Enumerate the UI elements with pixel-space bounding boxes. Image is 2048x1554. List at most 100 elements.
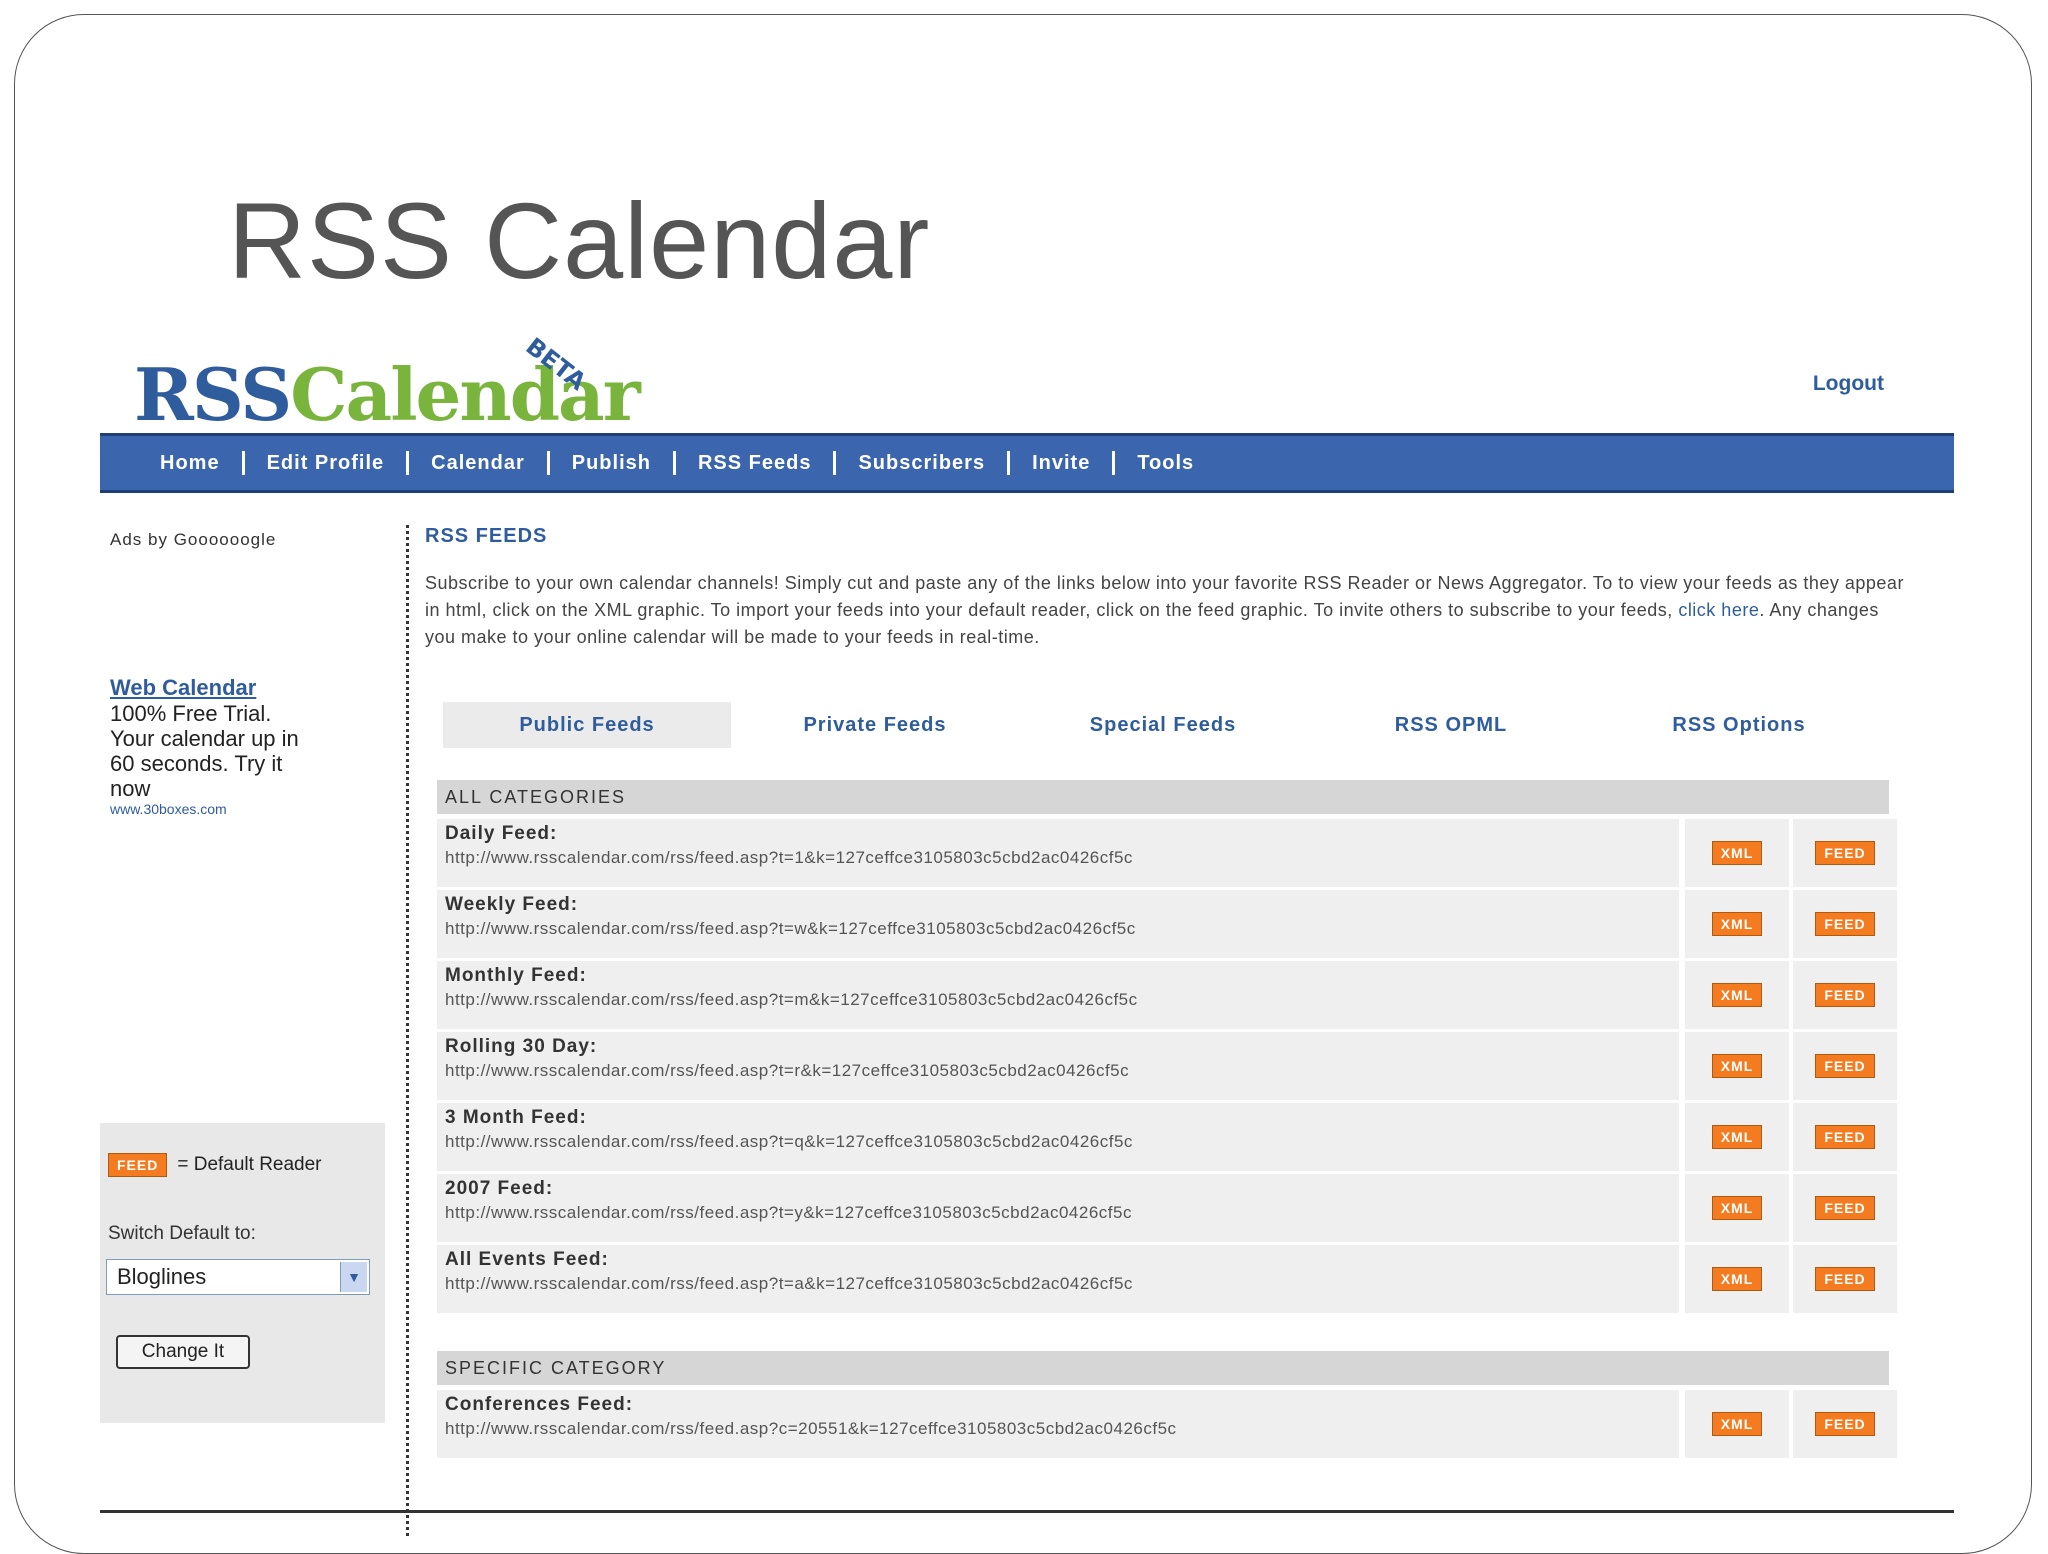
specific-category-heading: SPECIFIC CATEGORY [437,1351,1889,1385]
nav-item-calendar[interactable]: Calendar [431,451,572,475]
nav-label: Calendar [431,451,525,474]
feed-tabs: Public Feeds Private Feeds Special Feeds… [443,702,1883,748]
feed-badge-icon: FEED [108,1153,168,1177]
feed-name: Conferences Feed: [445,1394,634,1415]
feed-url[interactable]: http://www.rsscalendar.com/rss/feed.asp?… [445,1419,1671,1439]
nav-item-tools[interactable]: Tools [1137,452,1194,475]
feed-name: Monthly Feed: [445,965,587,986]
feed-button[interactable]: FEED [1815,1125,1875,1149]
xml-button[interactable]: XML [1711,1125,1763,1149]
xml-cell: XML [1685,1245,1789,1313]
tab-public-feeds[interactable]: Public Feeds [443,702,731,748]
xml-button[interactable]: XML [1711,1196,1763,1220]
feed-name: Rolling 30 Day: [445,1036,598,1057]
tab-rss-opml[interactable]: RSS OPML [1307,702,1595,748]
feed-url[interactable]: http://www.rsscalendar.com/rss/feed.asp?… [445,1132,1671,1152]
feed-button[interactable]: FEED [1815,912,1875,936]
feed-cell: FEED [1793,1174,1897,1242]
feed-cell: FEED [1793,1103,1897,1171]
switch-default-label: Switch Default to: [108,1223,256,1244]
ads-by-label: Ads by Goooooogle [110,530,277,549]
feed-row: Weekly Feed: http://www.rsscalendar.com/… [437,890,1897,958]
tab-private-feeds[interactable]: Private Feeds [731,702,1019,748]
reader-select-value: Bloglines [117,1264,207,1289]
nav-label: Invite [1032,451,1091,474]
feed-cell: FEED [1793,1032,1897,1100]
tab-rss-options[interactable]: RSS Options [1595,702,1883,748]
feed-row: 3 Month Feed: http://www.rsscalendar.com… [437,1103,1897,1171]
nav-item-publish[interactable]: Publish [572,451,698,475]
feed-info: 3 Month Feed: http://www.rsscalendar.com… [437,1103,1679,1171]
change-it-button[interactable]: Change It [116,1335,250,1369]
click-here-link[interactable]: click here [1678,600,1759,620]
feed-info: Monthly Feed: http://www.rsscalendar.com… [437,961,1679,1029]
nav-item-home[interactable]: Home [160,451,267,475]
nav-label: Tools [1137,451,1195,474]
feed-name: 2007 Feed: [445,1178,554,1199]
default-reader-panel: FEED = Default Reader Switch Default to:… [100,1123,385,1423]
nav-item-rss-feeds[interactable]: RSS Feeds [698,451,858,475]
logout-link[interactable]: Logout [1813,372,1884,396]
feed-name: All Events Feed: [445,1249,609,1270]
xml-cell: XML [1685,890,1789,958]
feed-info: 2007 Feed: http://www.rsscalendar.com/rs… [437,1174,1679,1242]
feed-button[interactable]: FEED [1815,1267,1875,1291]
feed-url[interactable]: http://www.rsscalendar.com/rss/feed.asp?… [445,848,1671,868]
nav-separator [406,451,410,475]
feed-row: Conferences Feed: http://www.rsscalendar… [437,1390,1897,1458]
xml-button[interactable]: XML [1711,1267,1763,1291]
feed-name: 3 Month Feed: [445,1107,587,1128]
tab-special-feeds[interactable]: Special Feeds [1019,702,1307,748]
feed-cell: FEED [1793,961,1897,1029]
slide-title: RSS Calendar [228,180,931,301]
ad-title-link[interactable]: Web Calendar [110,675,395,701]
feed-url[interactable]: http://www.rsscalendar.com/rss/feed.asp?… [445,990,1671,1010]
feed-name: Weekly Feed: [445,894,579,915]
nav-separator [546,451,550,475]
xml-cell: XML [1685,1174,1789,1242]
nav-item-subscribers[interactable]: Subscribers [858,451,1032,475]
feed-button[interactable]: FEED [1815,1054,1875,1078]
feed-row: 2007 Feed: http://www.rsscalendar.com/rs… [437,1174,1897,1242]
feed-info: Weekly Feed: http://www.rsscalendar.com/… [437,890,1679,958]
feed-button[interactable]: FEED [1815,983,1875,1007]
feed-button[interactable]: FEED [1815,841,1875,865]
nav-item-edit-profile[interactable]: Edit Profile [267,451,432,475]
xml-button[interactable]: XML [1711,1054,1763,1078]
feed-row: All Events Feed: http://www.rsscalendar.… [437,1245,1897,1313]
feed-button[interactable]: FEED [1815,1196,1875,1220]
logo-rss: RSS [134,352,292,437]
xml-button[interactable]: XML [1711,1412,1763,1436]
reader-select[interactable]: Bloglines ▼ [106,1259,370,1295]
nav-separator [1007,451,1011,475]
nav-label: Publish [571,451,651,474]
feed-cell: FEED [1793,890,1897,958]
xml-button[interactable]: XML [1711,912,1763,936]
feed-url[interactable]: http://www.rsscalendar.com/rss/feed.asp?… [445,1061,1671,1081]
ad-url-link[interactable]: www.30boxes.com [110,801,395,817]
feed-url[interactable]: http://www.rsscalendar.com/rss/feed.asp?… [445,1203,1671,1223]
nav-separator [241,451,245,475]
nav-separator [1112,451,1116,475]
nav-item-invite[interactable]: Invite [1032,451,1137,475]
nav-label: Subscribers [858,451,986,474]
xml-button[interactable]: XML [1711,983,1763,1007]
xml-cell: XML [1685,1103,1789,1171]
xml-cell: XML [1685,819,1789,887]
rss-calendar-screenshot: RSSCalendar BETA Logout Home Edit Profil… [100,330,1954,1536]
feed-name: Daily Feed: [445,823,558,844]
all-categories-heading: ALL CATEGORIES [437,780,1889,814]
sidebar: Ads by Goooooogle Web Calendar 100% Free… [110,530,395,817]
xml-button[interactable]: XML [1711,841,1763,865]
feed-url[interactable]: http://www.rsscalendar.com/rss/feed.asp?… [445,1274,1671,1294]
xml-cell: XML [1685,961,1789,1029]
feed-url[interactable]: http://www.rsscalendar.com/rss/feed.asp?… [445,919,1671,939]
main-content: RSS FEEDS Subscribe to your own calendar… [425,525,1905,1458]
chevron-down-icon[interactable]: ▼ [340,1262,367,1292]
nav-label: RSS Feeds [697,451,812,474]
feed-row: Daily Feed: http://www.rsscalendar.com/r… [437,819,1897,887]
feed-button[interactable]: FEED [1815,1412,1875,1436]
default-reader-text: = Default Reader [177,1154,322,1175]
intro-text: Subscribe to your own calendar channels!… [425,570,1905,651]
xml-cell: XML [1685,1390,1789,1458]
